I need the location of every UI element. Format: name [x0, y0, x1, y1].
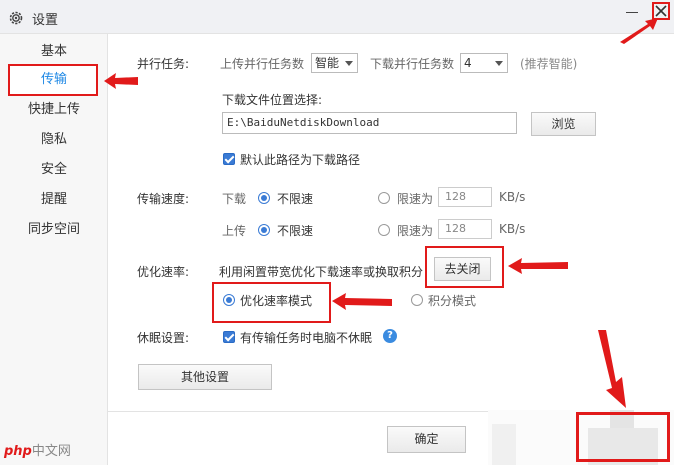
close-icon — [655, 5, 667, 17]
other-settings-button[interactable]: 其他设置 — [138, 364, 272, 390]
title-bar: 设置 — [0, 0, 674, 34]
parallel-hint: (推荐智能) — [520, 57, 578, 71]
upload-speed-label: 上传 — [222, 224, 247, 238]
gear-icon — [9, 11, 23, 25]
minimize-button[interactable] — [625, 5, 639, 19]
ok-button[interactable]: 确定 — [387, 426, 466, 453]
upload-parallel-value: 智能 — [315, 56, 340, 70]
upload-unlimited-label: 不限速 — [277, 224, 314, 238]
optimize-rate-desc: 利用闲置带宽优化下载速率或换取积分 — [219, 265, 424, 279]
sidebar-item-quick-upload[interactable]: 快捷上传 — [0, 97, 108, 123]
download-unit: KB/s — [499, 190, 526, 204]
download-path-input[interactable]: E:\BaiduNetdiskDownload — [222, 112, 517, 134]
annotation-arrow-transfer — [104, 73, 138, 89]
upload-unlimited-radio[interactable] — [258, 224, 270, 236]
sleep-settings-label: 休眠设置: — [137, 331, 190, 345]
download-unlimited-label: 不限速 — [277, 192, 314, 206]
browse-button[interactable]: 浏览 — [531, 112, 596, 136]
annotation-arrow-bottom — [598, 330, 626, 408]
annotation-arrow-close-button — [508, 258, 568, 274]
rate-mode-label: 优化速率模式 — [240, 294, 313, 308]
download-unlimited-radio[interactable] — [258, 192, 270, 204]
watermark-site: 中文网 — [31, 444, 71, 459]
parallel-tasks-label: 并行任务: — [137, 57, 190, 71]
watermark: php中文网 — [4, 440, 71, 459]
download-parallel-select[interactable]: 4 — [460, 53, 508, 73]
sidebar-item-sync-space[interactable]: 同步空间 — [0, 217, 108, 243]
download-location-label: 下载文件位置选择: — [222, 93, 323, 107]
download-limit-label: 限速为 — [397, 192, 434, 206]
default-path-checkbox[interactable] — [223, 153, 235, 165]
chevron-down-icon — [345, 61, 353, 66]
transfer-speed-label: 传输速度: — [137, 192, 190, 206]
download-limit-input[interactable]: 128 — [438, 187, 492, 207]
points-mode-label: 积分模式 — [428, 294, 477, 308]
upload-parallel-label: 上传并行任务数 — [220, 57, 305, 71]
points-mode-radio[interactable] — [411, 294, 423, 306]
download-speed-label: 下载 — [222, 192, 247, 206]
question-icon[interactable]: ? — [383, 329, 397, 343]
download-limit-radio[interactable] — [378, 192, 390, 204]
annotation-box-bottom-right — [576, 412, 670, 462]
sidebar-item-basic[interactable]: 基本 — [0, 39, 108, 65]
sidebar-item-reminder[interactable]: 提醒 — [0, 187, 108, 213]
sidebar-item-privacy[interactable]: 隐私 — [0, 127, 108, 153]
annotation-arrow-close — [620, 18, 658, 44]
watermark-php: php — [4, 444, 32, 459]
optimize-rate-label: 优化速率: — [137, 265, 190, 279]
sidebar: 基本 传输 快捷上传 隐私 安全 提醒 同步空间 — [0, 34, 108, 465]
rate-mode-radio[interactable] — [223, 294, 235, 306]
chevron-down-icon — [495, 61, 503, 66]
turn-off-optimize-button[interactable]: 去关闭 — [434, 257, 491, 281]
annotation-arrow-rate-mode — [332, 293, 392, 310]
sidebar-item-transfer[interactable]: 传输 — [0, 67, 108, 93]
sidebar-item-security[interactable]: 安全 — [0, 157, 108, 183]
upload-parallel-select[interactable]: 智能 — [311, 53, 358, 73]
prevent-sleep-checkbox[interactable] — [223, 331, 235, 343]
prevent-sleep-label: 有传输任务时电脑不休眠 — [240, 331, 373, 345]
window-title: 设置 — [32, 13, 59, 28]
download-parallel-label: 下载并行任务数 — [370, 57, 455, 71]
upload-limit-input[interactable]: 128 — [438, 219, 492, 239]
default-path-label: 默认此路径为下载路径 — [240, 153, 361, 167]
upload-limit-radio[interactable] — [378, 224, 390, 236]
download-parallel-value: 4 — [464, 56, 472, 70]
upload-unit: KB/s — [499, 222, 526, 236]
upload-limit-label: 限速为 — [397, 224, 434, 238]
